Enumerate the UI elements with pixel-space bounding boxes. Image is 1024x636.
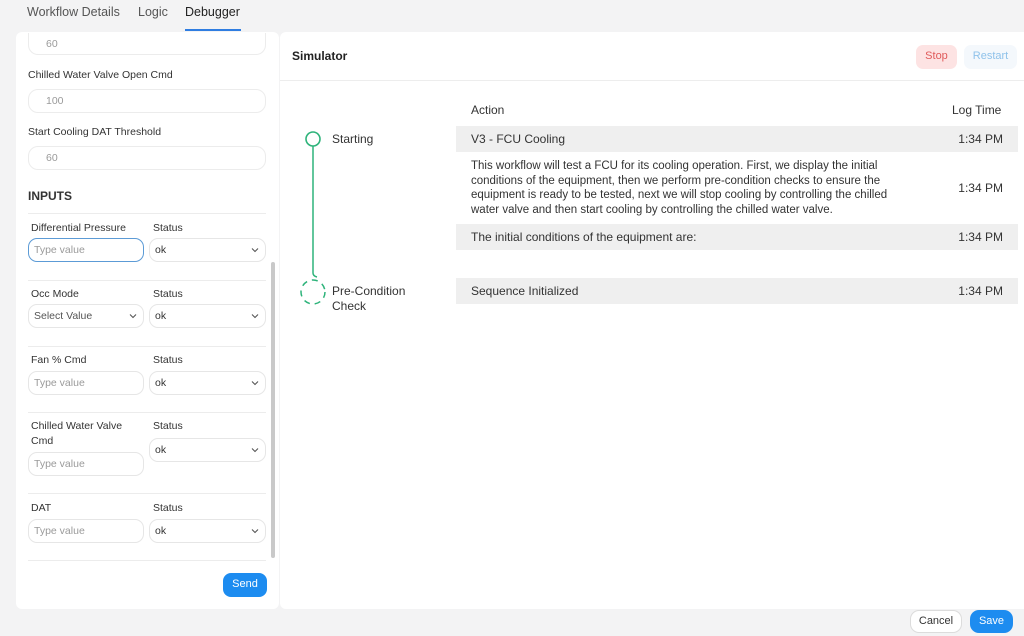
scrollbar[interactable] [271, 262, 275, 558]
step-label-line: Pre-Condition [332, 284, 406, 298]
select-value: ok [155, 310, 167, 322]
select-value: ok [155, 244, 167, 256]
status-label: Status [153, 222, 183, 234]
parameter-value-field[interactable]: 60 [28, 33, 266, 55]
stop-button[interactable]: Stop [916, 45, 957, 69]
tab-bar: Workflow Details Logic Debugger [0, 0, 1024, 32]
inputs-section-title: INPUTS [28, 189, 73, 203]
select-placeholder: Select Value [34, 310, 93, 322]
log-time: 1:34 PM [958, 230, 1003, 244]
send-button[interactable]: Send [223, 573, 267, 597]
differential-pressure-status-select[interactable]: ok [149, 238, 266, 262]
divider [28, 280, 266, 281]
log-action-line: water valve and then start cooling by co… [471, 203, 833, 216]
log-action-line: This workflow will test a FCU for its co… [471, 160, 878, 172]
simulator-panel: Simulator Stop Restart Action Log Time S… [280, 32, 1024, 609]
chevron-down-icon [251, 448, 259, 453]
restart-button[interactable]: Restart [964, 45, 1017, 69]
log-row: This workflow will test a FCU for its co… [456, 154, 1018, 220]
select-value: ok [155, 525, 167, 537]
label-line: Cmd [31, 435, 54, 447]
input-label-differential-pressure: Differential Pressure [31, 222, 126, 234]
parameter-value-field[interactable]: 60 [28, 146, 266, 170]
step-label-pre-condition-check: Pre-Condition Check [332, 284, 405, 314]
simulator-title: Simulator [292, 49, 348, 63]
divider [280, 80, 1024, 81]
parameter-value-field[interactable]: 100 [28, 89, 266, 113]
divider [28, 412, 266, 413]
column-header-action: Action [471, 103, 505, 117]
log-action: This workflow will test a FCU for its co… [471, 159, 887, 217]
occ-mode-select[interactable]: Select Value [28, 304, 144, 328]
input-label-occ-mode: Occ Mode [31, 288, 79, 300]
tab-logic[interactable]: Logic [138, 5, 168, 19]
divider [28, 560, 266, 561]
chilled-water-valve-status-select[interactable]: ok [149, 438, 266, 462]
log-row: Sequence Initialized 1:34 PM [456, 278, 1018, 304]
log-row: V3 - FCU Cooling 1:34 PM [456, 126, 1018, 152]
log-action: The initial conditions of the equipment … [471, 230, 697, 244]
status-label: Status [153, 288, 183, 300]
label-line: Chilled Water Valve [31, 420, 123, 432]
tab-workflow-details[interactable]: Workflow Details [27, 5, 120, 19]
step-complete-icon [305, 131, 321, 147]
input-label-fan-cmd: Fan % Cmd [31, 354, 87, 366]
chilled-water-valve-cmd-input[interactable]: Type value [28, 452, 144, 476]
status-label: Status [153, 420, 183, 432]
dat-input[interactable]: Type value [28, 519, 144, 543]
debugger-input-panel: 60 Chilled Water Valve Open Cmd 100 Star… [16, 32, 279, 609]
timeline-connector-end [312, 272, 318, 278]
log-time: 1:34 PM [958, 132, 1003, 146]
chevron-down-icon [251, 381, 259, 386]
differential-pressure-input[interactable]: Type value [28, 238, 144, 262]
dat-status-select[interactable]: ok [149, 519, 266, 543]
log-action: Sequence Initialized [471, 284, 579, 298]
column-header-log-time: Log Time [952, 103, 1002, 117]
divider [28, 493, 266, 494]
input-label-dat: DAT [31, 502, 52, 514]
status-label: Status [153, 502, 183, 514]
select-value: ok [155, 444, 167, 456]
occ-mode-status-select[interactable]: ok [149, 304, 266, 328]
input-label-chilled-water-valve-cmd: Chilled Water Valve Cmd [31, 419, 122, 449]
log-action-line: equipment is ready to be tested, next we… [471, 189, 888, 202]
save-button[interactable]: Save [970, 610, 1013, 633]
step-pending-icon [300, 279, 326, 305]
log-time: 1:34 PM [958, 181, 1003, 195]
select-value: ok [155, 377, 167, 389]
step-timeline [300, 131, 326, 305]
active-tab-indicator [185, 29, 241, 31]
cancel-button[interactable]: Cancel [910, 610, 962, 633]
chevron-down-icon [251, 314, 259, 319]
fan-cmd-status-select[interactable]: ok [149, 371, 266, 395]
step-label-starting: Starting [332, 132, 374, 146]
log-action: V3 - FCU Cooling [471, 132, 566, 146]
chevron-down-icon [251, 529, 259, 534]
tab-debugger[interactable]: Debugger [185, 5, 240, 19]
log-action-line: conditions of the equipment, then we per… [471, 174, 881, 187]
log-row: The initial conditions of the equipment … [456, 224, 1018, 250]
status-label: Status [153, 354, 183, 366]
log-time: 1:34 PM [958, 284, 1003, 298]
divider [28, 346, 266, 347]
step-label-line: Check [332, 299, 367, 313]
chevron-down-icon [251, 248, 259, 253]
fan-cmd-input[interactable]: Type value [28, 371, 144, 395]
parameter-label: Start Cooling DAT Threshold [28, 126, 162, 138]
parameter-label: Chilled Water Valve Open Cmd [28, 69, 173, 81]
divider [28, 213, 266, 214]
chevron-down-icon [129, 314, 137, 319]
